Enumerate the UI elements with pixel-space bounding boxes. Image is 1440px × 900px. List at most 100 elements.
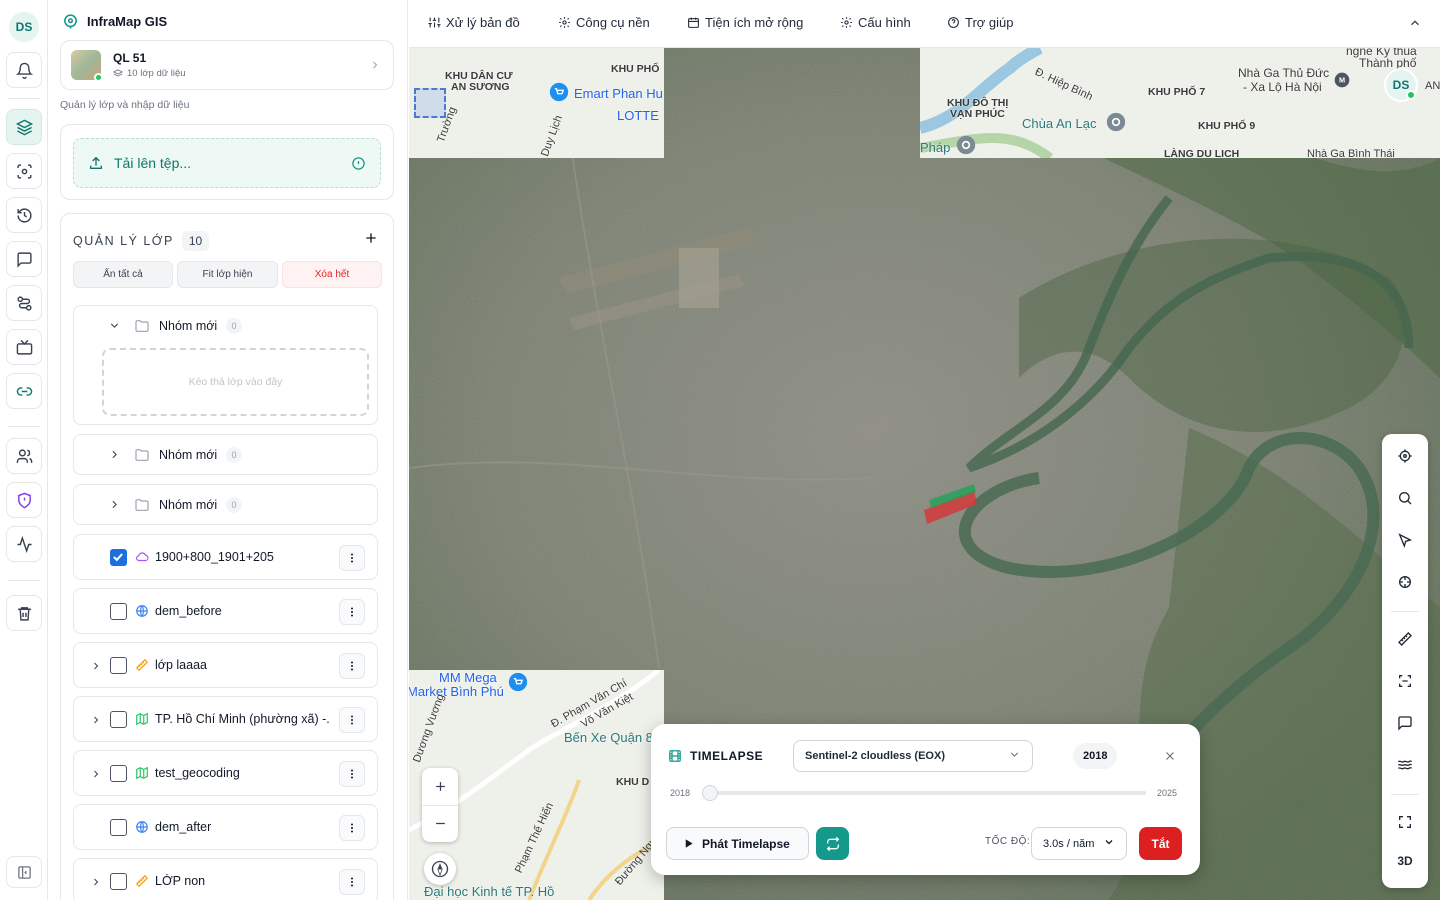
fullscreen-icon[interactable] xyxy=(1393,810,1417,834)
layer-group[interactable]: Nhóm mới 0 xyxy=(73,484,378,525)
zoom-control xyxy=(422,768,458,842)
comment-icon[interactable] xyxy=(1393,711,1417,735)
imagery-source-select[interactable]: Sentinel-2 cloudless (EOX) xyxy=(793,740,1033,772)
chevron-right-icon[interactable] xyxy=(90,767,102,785)
route-icon[interactable] xyxy=(6,285,42,321)
hide-all-button[interactable]: Ẩn tất cả xyxy=(73,261,173,288)
chevron-right-icon[interactable] xyxy=(90,659,102,677)
project-layers-info: 10 lớp dữ liệu xyxy=(113,68,186,79)
collapse-sidebar-icon[interactable] xyxy=(6,856,42,888)
shopping-cart-icon xyxy=(549,82,569,102)
link-icon[interactable] xyxy=(6,373,42,409)
loop-toggle-button[interactable] xyxy=(816,827,849,860)
more-vertical-icon[interactable] xyxy=(339,653,365,679)
layer-visibility-checkbox[interactable] xyxy=(110,711,127,728)
chevron-right-icon[interactable] xyxy=(90,875,102,893)
more-vertical-icon[interactable] xyxy=(339,707,365,733)
more-vertical-icon[interactable] xyxy=(339,869,365,895)
map-tools-toolbar: 3D xyxy=(1382,434,1428,888)
menu-settings[interactable]: Cấu hình xyxy=(840,15,911,30)
year-slider-track[interactable] xyxy=(703,791,1146,795)
layer-group[interactable]: Nhóm mới 0 Kéo thả lớp vào đây xyxy=(73,305,378,425)
chevron-down-icon[interactable] xyxy=(108,319,121,337)
search-icon[interactable] xyxy=(1393,486,1417,510)
layer-count-badge: 10 xyxy=(181,231,210,251)
menu-extensions[interactable]: Tiện ích mở rộng xyxy=(687,15,803,30)
play-timelapse-button[interactable]: Phát Timelapse xyxy=(666,827,809,860)
layer-visibility-checkbox[interactable] xyxy=(110,765,127,782)
locate-icon[interactable] xyxy=(1393,444,1417,468)
layer-item[interactable]: LỚP non xyxy=(73,858,378,900)
more-vertical-icon[interactable] xyxy=(339,599,365,625)
layer-name: dem_before xyxy=(155,604,222,618)
menu-help[interactable]: Trợ giúp xyxy=(947,15,1014,30)
upload-file-button[interactable]: Tải lên tệp... xyxy=(73,138,381,188)
map-canvas[interactable]: KHU DÂN CƯ AN SƯƠNG KHU PHỐ Emart Phan H… xyxy=(409,48,1440,900)
compass-icon[interactable] xyxy=(424,853,456,885)
layer-item[interactable]: dem_before xyxy=(73,588,378,634)
more-vertical-icon[interactable] xyxy=(339,761,365,787)
speed-select[interactable]: 3.0s / năm xyxy=(1031,827,1127,860)
layer-manager-title: QUẢN LÝ LỚP 10 xyxy=(73,231,210,251)
layer-name: TP. Hồ Chí Minh (phường xã) -... xyxy=(155,712,330,726)
delete-all-button[interactable]: Xóa hết xyxy=(282,261,382,288)
turn-off-timelapse-button[interactable]: Tắt xyxy=(1139,827,1182,860)
history-icon[interactable] xyxy=(6,197,42,233)
ruler-icon[interactable] xyxy=(1393,627,1417,651)
chevron-up-icon[interactable] xyxy=(1408,16,1422,35)
chevron-right-icon[interactable] xyxy=(108,498,121,516)
users-icon[interactable] xyxy=(6,438,42,474)
layer-visibility-checkbox[interactable] xyxy=(110,549,127,566)
more-vertical-icon[interactable] xyxy=(339,545,365,571)
start-year-label: 2018 xyxy=(670,788,691,798)
layer-visibility-checkbox[interactable] xyxy=(110,603,127,620)
crosshair-icon[interactable] xyxy=(1393,570,1417,594)
waves-icon[interactable] xyxy=(1393,753,1417,777)
close-icon[interactable] xyxy=(1163,749,1177,768)
message-icon[interactable] xyxy=(6,241,42,277)
layer-visibility-checkbox[interactable] xyxy=(110,657,127,674)
layer-item[interactable]: 1900+800_1901+205 xyxy=(73,534,378,580)
left-rail: DS xyxy=(0,0,48,900)
pointer-icon[interactable] xyxy=(1393,528,1417,552)
layer-sidebar: InfraMap GIS QL 51 10 lớp dữ liệu Quản l… xyxy=(48,0,408,900)
menu-map-processing[interactable]: Xử lý bản đồ xyxy=(428,15,520,30)
layer-visibility-checkbox[interactable] xyxy=(110,873,127,890)
year-slider-handle[interactable] xyxy=(702,785,718,801)
zoom-out-icon[interactable] xyxy=(422,805,458,841)
group-name: Nhóm mới xyxy=(159,319,218,333)
trash-icon[interactable] xyxy=(6,595,42,631)
project-card[interactable]: QL 51 10 lớp dữ liệu xyxy=(60,40,394,90)
train-station-icon: M xyxy=(1334,72,1350,88)
zoom-in-icon[interactable] xyxy=(422,768,458,804)
bell-icon[interactable] xyxy=(6,52,42,88)
layer-item[interactable]: lớp laaaa xyxy=(73,642,378,688)
street-tile: Đ. Hiệp Bình KHU ĐÔ THỊ VẠN PHÚC Chùa An… xyxy=(920,48,1440,158)
drop-zone[interactable]: Kéo thả lớp vào đây xyxy=(102,348,369,416)
shield-icon[interactable] xyxy=(6,482,42,518)
tv-icon[interactable] xyxy=(6,329,42,365)
scan-search-icon[interactable] xyxy=(6,153,42,189)
user-avatar[interactable]: DS xyxy=(9,12,39,42)
layer-name: 1900+800_1901+205 xyxy=(155,550,274,564)
layer-item[interactable]: test_geocoding xyxy=(73,750,378,796)
repeat-icon xyxy=(825,836,841,852)
layer-item[interactable]: TP. Hồ Chí Minh (phường xã) -... xyxy=(73,696,378,742)
map-icon xyxy=(135,766,149,785)
layer-item[interactable]: dem_after xyxy=(73,804,378,850)
layer-group[interactable]: Nhóm mới 0 xyxy=(73,434,378,475)
chevron-right-icon[interactable] xyxy=(108,448,121,466)
info-icon[interactable] xyxy=(351,156,366,171)
layer-visibility-checkbox[interactable] xyxy=(110,819,127,836)
add-layer-icon[interactable] xyxy=(363,230,379,251)
chevron-right-icon[interactable] xyxy=(90,713,102,731)
film-icon xyxy=(668,749,682,763)
area-measure-icon[interactable] xyxy=(1393,669,1417,693)
layers-icon[interactable] xyxy=(6,109,42,145)
toggle-3d-button[interactable]: 3D xyxy=(1382,854,1428,868)
menu-base-tools[interactable]: Công cụ nền xyxy=(558,15,650,30)
fit-visible-button[interactable]: Fit lớp hiện xyxy=(177,261,278,288)
map-user-avatar[interactable]: DS xyxy=(1384,68,1418,102)
more-vertical-icon[interactable] xyxy=(339,815,365,841)
activity-icon[interactable] xyxy=(6,526,42,562)
